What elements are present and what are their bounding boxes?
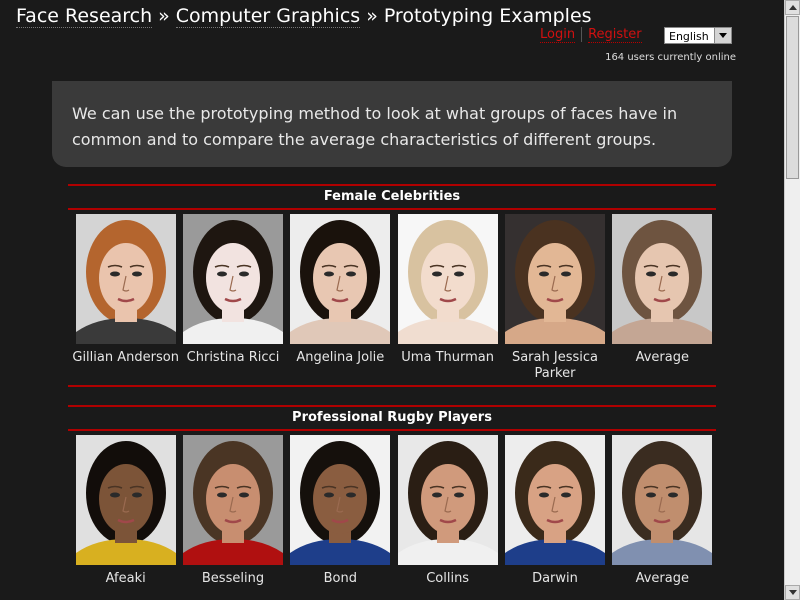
face-portrait-image — [397, 214, 498, 344]
intro-text-box: We can use the prototyping method to loo… — [52, 81, 732, 167]
face-portrait-image — [504, 435, 605, 565]
face-portrait-image — [612, 214, 713, 344]
section-title: Professional Rugby Players — [68, 405, 716, 431]
breadcrumb: Face Research» Computer Graphics» Prototyp… — [16, 5, 592, 28]
face-card[interactable]: Afeaki — [72, 435, 179, 587]
face-caption: Sarah Jessica Parker — [511, 350, 598, 381]
face-caption: Collins — [426, 571, 470, 586]
register-link[interactable]: Register — [588, 27, 642, 43]
intro-text: We can use the prototyping method to loo… — [72, 104, 678, 149]
vertical-scrollbar[interactable] — [784, 0, 800, 600]
scroll-up-arrow-icon[interactable] — [785, 0, 800, 15]
face-photo[interactable] — [612, 214, 713, 344]
face-photo[interactable] — [290, 435, 391, 565]
breadcrumb-separator: » — [158, 5, 170, 27]
language-selected-value: English — [669, 30, 709, 43]
divider — [581, 27, 583, 42]
face-caption: Uma Thurman — [401, 350, 494, 365]
photo-row: Afeaki Besseling Bond Collins Darwin Average — [68, 435, 716, 587]
face-card[interactable]: Uma Thurman — [394, 214, 501, 382]
face-card[interactable]: Christina Ricci — [179, 214, 286, 382]
face-card[interactable]: Angelina Jolie — [287, 214, 394, 382]
face-caption: Average — [635, 350, 689, 365]
face-card[interactable]: Gillian Anderson — [72, 214, 179, 382]
face-card[interactable]: Collins — [394, 435, 501, 587]
language-select[interactable]: English — [664, 27, 732, 44]
chevron-down-icon[interactable] — [714, 28, 731, 43]
breadcrumb-link-computer-graphics[interactable]: Computer Graphics — [175, 5, 361, 28]
face-photo[interactable] — [397, 435, 498, 565]
face-card[interactable]: Average — [609, 214, 716, 382]
face-photo[interactable] — [504, 435, 605, 565]
section-divider — [68, 385, 716, 387]
face-caption: Average — [635, 571, 689, 586]
face-card[interactable]: Besseling — [179, 435, 286, 587]
scroll-down-arrow-icon[interactable] — [785, 585, 800, 600]
section-title: Female Celebrities — [68, 184, 716, 210]
face-photo[interactable] — [182, 214, 283, 344]
photo-row: Gillian Anderson Christina Ricci Angelina … — [68, 214, 716, 382]
face-card[interactable]: Sarah Jessica Parker — [501, 214, 608, 382]
face-portrait-image — [397, 435, 498, 565]
face-photo[interactable] — [612, 435, 713, 565]
face-caption: Christina Ricci — [186, 350, 280, 365]
section-female-celebrities: Female Celebrities Gillian Anderson Chris… — [68, 184, 716, 387]
user-links: Login Register — [540, 27, 642, 43]
face-caption: Afeaki — [105, 571, 146, 586]
face-caption: Bond — [323, 571, 357, 586]
login-link[interactable]: Login — [540, 27, 576, 43]
face-portrait-image — [504, 214, 605, 344]
face-portrait-image — [75, 214, 176, 344]
face-photo[interactable] — [290, 214, 391, 344]
face-portrait-image — [612, 435, 713, 565]
face-card[interactable]: Darwin — [501, 435, 608, 587]
face-portrait-image — [182, 214, 283, 344]
face-photo[interactable] — [504, 214, 605, 344]
face-card[interactable]: Bond — [287, 435, 394, 587]
face-photo[interactable] — [397, 214, 498, 344]
face-caption: Gillian Anderson — [72, 350, 179, 365]
face-photo[interactable] — [182, 435, 283, 565]
face-caption: Darwin — [532, 571, 578, 586]
face-portrait-image — [182, 435, 283, 565]
scrollbar-thumb[interactable] — [786, 16, 799, 179]
face-portrait-image — [290, 214, 391, 344]
face-card[interactable]: Average — [609, 435, 716, 587]
face-portrait-image — [75, 435, 176, 565]
face-caption: Besseling — [201, 571, 265, 586]
face-portrait-image — [290, 435, 391, 565]
face-photo[interactable] — [75, 435, 176, 565]
breadcrumb-current-page: Prototyping Examples — [383, 5, 592, 27]
breadcrumb-link-face-research[interactable]: Face Research — [16, 5, 153, 28]
face-caption: Angelina Jolie — [296, 350, 385, 365]
face-photo[interactable] — [75, 214, 176, 344]
section-professional-rugby-players: Professional Rugby Players Afeaki Besseli… — [68, 405, 716, 587]
breadcrumb-separator: » — [366, 5, 378, 27]
online-users-count: 164 users currently online — [605, 52, 736, 63]
